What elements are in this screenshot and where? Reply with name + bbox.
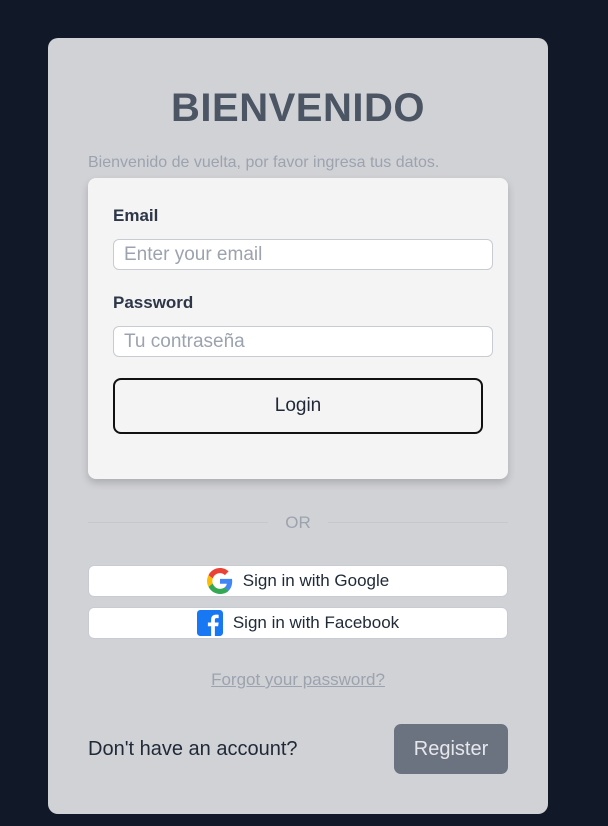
- no-account-text: Don't have an account?: [88, 738, 298, 760]
- or-divider: OR: [88, 511, 508, 535]
- login-form: Email Password Login: [88, 178, 508, 479]
- google-icon: [206, 568, 233, 594]
- facebook-signin-label: Sign in with Facebook: [232, 613, 400, 632]
- email-label: Email: [113, 206, 159, 225]
- google-signin-label: Sign in with Google: [242, 571, 390, 590]
- login-card: BIENVENIDO Bienvenido de vuelta, por fav…: [48, 38, 548, 814]
- page-subtitle: Bienvenido de vuelta, por favor ingresa …: [88, 154, 440, 171]
- facebook-icon: [196, 610, 223, 636]
- password-field[interactable]: [113, 326, 493, 357]
- password-label: Password: [113, 293, 194, 312]
- email-field[interactable]: [113, 239, 493, 270]
- forgot-password-link[interactable]: Forgot your password?: [48, 670, 548, 690]
- login-button[interactable]: Login: [113, 378, 483, 434]
- google-signin-button[interactable]: Sign in with Google: [88, 565, 508, 597]
- facebook-signin-button[interactable]: Sign in with Facebook: [88, 607, 508, 639]
- divider-line-right: [328, 522, 508, 523]
- register-button[interactable]: Register: [394, 724, 508, 774]
- page-title: BIENVENIDO: [171, 86, 425, 130]
- divider-text: OR: [285, 513, 311, 532]
